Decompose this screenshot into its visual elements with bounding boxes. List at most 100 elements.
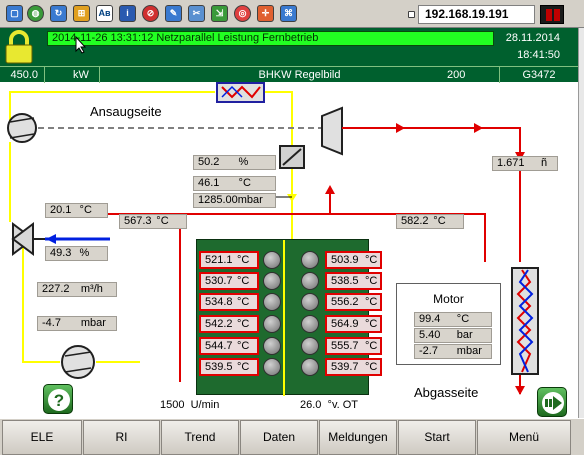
crosshair-icon[interactable]: ✛: [257, 5, 274, 22]
motor-mbar-value[interactable]: -2.7 mbar: [414, 344, 492, 359]
value-unit: ñ: [541, 157, 548, 169]
value-number: 50.2: [198, 156, 220, 168]
cylinder-temp-left-3[interactable]: 534.8 °C: [199, 293, 259, 311]
value-unit: °C: [365, 254, 378, 266]
value-unit: °C: [238, 177, 251, 189]
cylinder-piston-icon: [263, 358, 281, 376]
gas-pump-symbol: [61, 345, 95, 379]
nav-daten-button[interactable]: Daten: [240, 420, 318, 455]
cylinder-temp-right-5[interactable]: 555.7 °C: [325, 337, 382, 355]
rpm-readout: 1500 U/min: [160, 399, 219, 411]
question-icon: ?: [48, 389, 70, 411]
windows-flag-icon[interactable]: ⊞: [73, 5, 90, 22]
cylinder-piston-icon: [263, 337, 281, 355]
monitor-icon[interactable]: ▢: [6, 5, 23, 22]
value-unit: °C: [237, 340, 250, 352]
value-number: 539.7: [331, 361, 359, 373]
code-right: G3472: [522, 69, 556, 81]
power-unit: kW: [45, 67, 100, 83]
gas-pressure-value[interactable]: -4.7 mbar: [37, 316, 117, 331]
value-unit: °C: [237, 275, 250, 287]
alarm-message-bar[interactable]: 2014-11-26 13:31:12 Netzparallel Leistun…: [47, 31, 494, 46]
cylinder-piston-icon: [301, 251, 319, 269]
code-left: 200: [447, 69, 466, 81]
mixture-temp-value[interactable]: 46.1 °C: [193, 176, 276, 191]
help-button[interactable]: ?: [43, 384, 73, 414]
value-unit: m³/h: [80, 283, 103, 295]
nav-meldungen-button[interactable]: Meldungen: [319, 420, 397, 455]
tools-icon[interactable]: ✂: [188, 5, 205, 22]
value-number: 20.1: [50, 204, 72, 216]
cylinder-piston-icon: [301, 272, 319, 290]
motor-temp-value[interactable]: 99.4 °C: [414, 312, 492, 327]
gas-valve-position-value[interactable]: 49.3%: [45, 246, 108, 261]
cylinder-piston-icon: [263, 293, 281, 311]
turbine-symbol: [321, 106, 343, 156]
value-unit: bar: [456, 329, 473, 341]
toolbar: ▢ ◍ ↻ ⊞ Aʙ i ⊘ ✎ ✂ ⇲ ◎ ✛ ⌘ 192.168.19.19…: [0, 0, 584, 28]
lock-icon[interactable]: [3, 30, 35, 64]
export-icon[interactable]: ⇲: [211, 5, 228, 22]
cylinder-temp-left-5[interactable]: 544.7 °C: [199, 337, 259, 355]
wrench-settings-icon[interactable]: ✎: [165, 5, 182, 22]
connection-radio[interactable]: [408, 11, 415, 18]
value-unit: °C: [237, 296, 250, 308]
value-number: 534.8: [205, 296, 233, 308]
intake-pipe-right: [265, 91, 293, 146]
value-number: 1285.00mbar: [198, 194, 263, 206]
cylinder-temp-right-1[interactable]: 503.9 °C: [325, 251, 382, 269]
exhaust-flow-value[interactable]: 1.671 ñ: [492, 156, 558, 171]
power-value: 450.0: [0, 67, 45, 83]
cylinder-temp-right-3[interactable]: 556.2 °C: [325, 293, 382, 311]
cylinder-temp-right-6[interactable]: 539.7 °C: [325, 358, 382, 376]
value-number: -2.7: [419, 345, 438, 357]
next-page-button[interactable]: [537, 387, 567, 417]
globe-icon[interactable]: ◍: [27, 5, 44, 22]
cylinder-temp-left-1[interactable]: 521.1 °C: [199, 251, 259, 269]
nav-trend-button[interactable]: Trend: [161, 420, 239, 455]
cylinder-temp-left-6[interactable]: 539.5 °C: [199, 358, 259, 376]
pause-button[interactable]: [540, 5, 564, 24]
mixture-flow-arrow: [287, 194, 297, 202]
cylinder-temp-right-4[interactable]: 564.9 °C: [325, 315, 382, 333]
cylinder-piston-icon: [263, 315, 281, 333]
value-unit: °C: [456, 313, 470, 325]
vertical-scrollbar[interactable]: [578, 28, 584, 418]
cylinder-piston-icon: [263, 251, 281, 269]
value-number: 530.7: [205, 275, 233, 287]
cylinder-temp-right-2[interactable]: 538.5 °C: [325, 272, 382, 290]
text-abc-icon[interactable]: Aʙ: [96, 5, 113, 22]
svg-text:?: ?: [54, 391, 64, 410]
network-icon[interactable]: ⌘: [280, 5, 297, 22]
nav-menu-button[interactable]: Menü: [477, 420, 571, 455]
pause-bar-right: [554, 9, 560, 21]
no-entry-icon[interactable]: ⊘: [142, 5, 159, 22]
ignition-readout: 26.0 °v. OT: [300, 399, 358, 411]
engine-block: 521.1 °C 530.7 °C 534.8 °C 542.2 °C 544.…: [196, 239, 382, 396]
nav-start-button[interactable]: Start: [398, 420, 476, 455]
value-unit: °C: [365, 275, 378, 287]
gas-temp-value[interactable]: 20.1 °C: [45, 203, 108, 218]
engine-mixture-line: [283, 240, 285, 396]
info-pin-icon[interactable]: i: [119, 5, 136, 22]
nav-ele-button[interactable]: ELE: [2, 420, 82, 455]
exhaust-temp-right-value[interactable]: 582.2 °C: [396, 214, 464, 229]
value-number: 99.4: [419, 313, 441, 325]
value-unit: °C: [237, 254, 250, 266]
nav-ri-button[interactable]: RI: [83, 420, 160, 455]
exhaust-heat-exchanger: [511, 267, 539, 375]
motor-pressure-value[interactable]: 5.40 bar: [414, 328, 492, 343]
value-unit: °C: [365, 296, 378, 308]
refresh-icon[interactable]: ↻: [50, 5, 67, 22]
mixture-pressure-value[interactable]: 1285.00mbar: [193, 193, 276, 208]
target-icon[interactable]: ◎: [234, 5, 251, 22]
value-number: 539.5: [205, 361, 233, 373]
value-unit: °C: [365, 340, 378, 352]
ip-address-field[interactable]: 192.168.19.191: [418, 5, 535, 24]
gas-flow-value[interactable]: 227.2 m³/h: [37, 282, 117, 297]
cylinder-temp-left-4[interactable]: 542.2 °C: [199, 315, 259, 333]
exhaust-temp-left-value[interactable]: 567.3 °C: [119, 214, 187, 229]
throttle-position-value[interactable]: 50.2%: [193, 155, 276, 170]
value-number: 503.9: [331, 254, 359, 266]
cylinder-temp-left-2[interactable]: 530.7 °C: [199, 272, 259, 290]
